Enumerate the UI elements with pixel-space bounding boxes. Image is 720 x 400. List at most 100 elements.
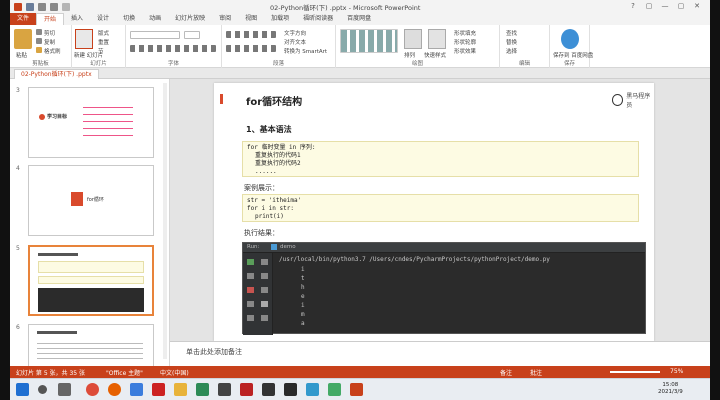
find-button[interactable]: 查找 bbox=[506, 29, 517, 37]
copy-icon[interactable] bbox=[36, 38, 42, 44]
task-view-icon[interactable] bbox=[58, 383, 71, 396]
layout-button[interactable]: 版式 bbox=[98, 29, 109, 37]
thumbnails-scrollbar[interactable] bbox=[163, 83, 167, 359]
save-to-baidu-label[interactable]: 保存到 百度网盘 bbox=[553, 51, 593, 59]
start-icon[interactable] bbox=[16, 383, 29, 396]
firefox-icon[interactable] bbox=[108, 383, 121, 396]
language-indicator[interactable]: 中文(中国) bbox=[160, 368, 189, 377]
terminal-file-name: demo bbox=[280, 244, 296, 250]
shape-fill-button[interactable]: 形状填充 bbox=[454, 29, 476, 37]
comments-button[interactable]: 批注 bbox=[530, 368, 542, 377]
tab-animations[interactable]: 动画 bbox=[142, 13, 168, 25]
undo-icon[interactable] bbox=[38, 2, 46, 11]
syntax-code-box[interactable]: for 临时变量 in 序列: 重复执行的代码1 重复执行的代码2 ...... bbox=[242, 141, 639, 177]
maximize-button[interactable]: ▢ bbox=[674, 1, 688, 11]
terminal-screenshot[interactable]: Run: demo /usr/local/bin/python3.7 /User… bbox=[242, 242, 646, 335]
slide-thumbnail-selected[interactable] bbox=[28, 245, 154, 316]
smartart-button[interactable]: 转换为 SmartArt bbox=[284, 47, 327, 55]
notes-placeholder[interactable]: 单击此处添加备注 bbox=[186, 347, 242, 357]
text-direction-button[interactable]: 文字方向 bbox=[284, 29, 306, 37]
app-icon[interactable] bbox=[218, 383, 231, 396]
shape-effects-button[interactable]: 形状效果 bbox=[454, 47, 476, 55]
arrange-label[interactable]: 排列 bbox=[404, 51, 415, 59]
section-heading[interactable]: 1、基本语法 bbox=[246, 124, 292, 135]
slide-thumbnails-pane: 3 学习目标 4 for循环 5 6 bbox=[10, 79, 170, 366]
tab-slideshow[interactable]: 幻灯片放映 bbox=[168, 13, 212, 25]
app-icon[interactable] bbox=[196, 383, 209, 396]
baidu-cloud-icon[interactable] bbox=[561, 29, 579, 49]
shape-outline-button[interactable]: 形状轮廓 bbox=[454, 38, 476, 46]
slide-canvas[interactable]: for循环结构 黑马程序员 1、基本语法 for 临时变量 in 序列: 重复执… bbox=[214, 83, 654, 341]
align-buttons[interactable] bbox=[226, 45, 276, 52]
notes-button[interactable]: 备注 bbox=[500, 368, 512, 377]
arrange-icon[interactable] bbox=[404, 29, 422, 49]
notes-pane[interactable]: 单击此处添加备注 bbox=[170, 341, 710, 366]
code-line: 重复执行的代码1 bbox=[255, 152, 301, 159]
file-explorer-icon[interactable] bbox=[174, 383, 187, 396]
app-icon[interactable] bbox=[152, 383, 165, 396]
paste-icon[interactable] bbox=[14, 29, 32, 49]
slide-thumbnail[interactable]: for循环 bbox=[28, 165, 154, 236]
format-painter-icon[interactable] bbox=[36, 47, 42, 53]
example-caption[interactable]: 案例展示： bbox=[244, 183, 279, 193]
minimize-button[interactable]: — bbox=[658, 1, 672, 11]
font-name-select[interactable] bbox=[130, 31, 180, 39]
list-buttons[interactable] bbox=[226, 31, 276, 38]
shapes-gallery[interactable] bbox=[340, 29, 398, 53]
font-size-select[interactable] bbox=[184, 31, 200, 39]
app-icon[interactable] bbox=[306, 383, 319, 396]
close-button[interactable]: ✕ bbox=[690, 1, 704, 11]
align-text-button[interactable]: 对齐文本 bbox=[284, 38, 306, 46]
tab-review[interactable]: 审阅 bbox=[212, 13, 238, 25]
tab-home[interactable]: 开始 bbox=[36, 13, 65, 25]
document-tab[interactable]: 02-Python循环(下) .pptx bbox=[14, 69, 99, 79]
cut-icon[interactable] bbox=[36, 29, 42, 35]
result-caption[interactable]: 执行结果： bbox=[244, 228, 279, 238]
code-line: str = 'itheima' bbox=[247, 197, 302, 204]
output-line: h bbox=[301, 284, 305, 291]
app-icon[interactable] bbox=[262, 383, 275, 396]
search-icon[interactable] bbox=[38, 385, 47, 394]
ribbon-display-button[interactable]: ▢ bbox=[642, 1, 656, 11]
tab-view[interactable]: 视图 bbox=[238, 13, 264, 25]
chrome-icon[interactable] bbox=[86, 383, 99, 396]
font-format-buttons[interactable] bbox=[130, 45, 216, 52]
zoom-level[interactable]: 75% bbox=[670, 368, 683, 375]
new-slide-icon[interactable] bbox=[75, 29, 93, 49]
section-button[interactable]: 节 bbox=[98, 47, 104, 55]
save-icon[interactable] bbox=[26, 2, 34, 11]
example-code-box[interactable]: str = 'itheima' for i in str: print(i) bbox=[242, 194, 639, 222]
select-button[interactable]: 选择 bbox=[506, 47, 517, 55]
drawing-group-label: 绘图 bbox=[411, 61, 423, 67]
edge-icon[interactable] bbox=[130, 383, 143, 396]
slide-title[interactable]: for循环结构 bbox=[246, 93, 302, 108]
replace-button[interactable]: 替换 bbox=[506, 38, 517, 46]
app-icon[interactable] bbox=[240, 383, 253, 396]
tab-addins[interactable]: 加载项 bbox=[264, 13, 296, 25]
tab-design[interactable]: 设计 bbox=[90, 13, 116, 25]
pycharm-icon[interactable] bbox=[284, 383, 297, 396]
code-line: for i in str: bbox=[247, 205, 294, 212]
tab-transitions[interactable]: 切换 bbox=[116, 13, 142, 25]
quick-styles-icon[interactable] bbox=[428, 29, 446, 49]
redo-icon[interactable] bbox=[50, 2, 58, 11]
reset-button[interactable]: 重置 bbox=[98, 38, 109, 46]
zoom-slider[interactable] bbox=[610, 371, 660, 373]
help-button[interactable]: ? bbox=[626, 1, 640, 11]
terminal-run-label: Run: bbox=[247, 244, 260, 250]
tab-baidu-netdisk[interactable]: 百度网盘 bbox=[340, 13, 378, 25]
powerpoint-icon[interactable] bbox=[350, 383, 363, 396]
cut-label[interactable]: 剪切 bbox=[44, 29, 55, 37]
system-clock[interactable]: 15:08 2021/3/9 bbox=[658, 382, 683, 396]
copy-label[interactable]: 复制 bbox=[44, 38, 55, 46]
tab-file[interactable]: 文件 bbox=[10, 13, 37, 25]
slide-thumbnail[interactable]: 学习目标 bbox=[28, 87, 154, 158]
quick-styles-label[interactable]: 快速样式 bbox=[424, 51, 446, 59]
tab-insert[interactable]: 插入 bbox=[64, 13, 90, 25]
thumbnail-title: for循环 bbox=[87, 197, 104, 203]
format-painter-label[interactable]: 格式刷 bbox=[44, 47, 61, 55]
app-icon[interactable] bbox=[328, 383, 341, 396]
tab-foxit-reader[interactable]: 福昕阅读器 bbox=[296, 13, 340, 25]
customize-toolbar-icon[interactable] bbox=[62, 2, 70, 11]
slide-thumbnail[interactable] bbox=[28, 324, 154, 366]
